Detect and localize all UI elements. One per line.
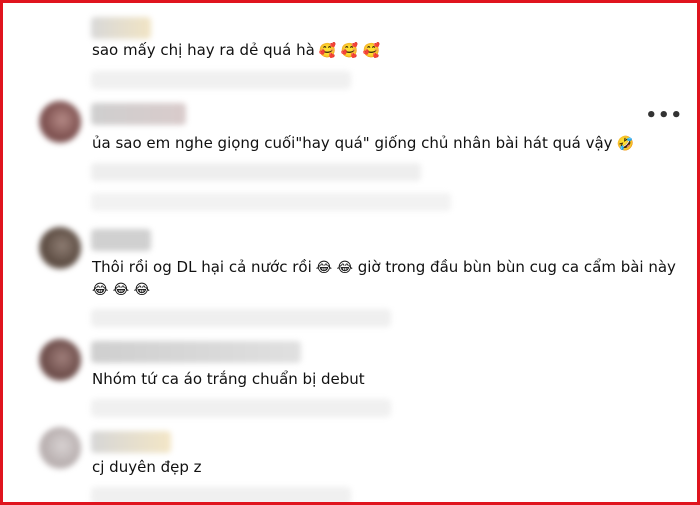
emoji-reaction: 🤣 <box>616 136 634 152</box>
comment-text-line2: 😂 😂 😂 <box>92 278 150 301</box>
emoji-reaction: 😂 😂 <box>315 260 353 276</box>
comment-body: sao mấy chị hay ra dẻ quá hà <box>92 41 315 59</box>
comment-meta-blurred <box>91 487 351 502</box>
author-name-blurred <box>91 17 151 39</box>
author-name-blurred <box>91 103 186 125</box>
author-name-blurred <box>91 341 301 363</box>
screenshot-frame: sao mấy chị hay ra dẻ quá hà 🥰 🥰 🥰 ủa sao… <box>0 0 700 505</box>
comment-body: ủa sao em nghe giọng cuối"hay quá" giống… <box>92 134 613 152</box>
emoji-reaction: 😂 😂 😂 <box>92 282 150 298</box>
comment-body: cj duyên đẹp z <box>92 458 202 476</box>
avatar[interactable] <box>39 427 81 469</box>
more-options-icon[interactable]: ••• <box>645 105 683 126</box>
author-name-blurred <box>91 431 171 453</box>
comment-actions-blurred <box>91 193 451 211</box>
comment-text: cj duyên đẹp z <box>92 456 202 478</box>
comment-meta-blurred <box>91 399 391 417</box>
comment-text: Thôi rồi og DL hại cả nước rồi 😂 😂 giờ tr… <box>92 256 676 279</box>
avatar[interactable] <box>39 339 81 381</box>
comment-text: ủa sao em nghe giọng cuối"hay quá" giống… <box>92 132 634 155</box>
comment-meta-blurred <box>91 309 391 327</box>
comment-body: Thôi rồi og DL hại cả nước rồi <box>92 258 312 276</box>
emoji-reaction: 🥰 🥰 🥰 <box>318 43 380 59</box>
avatar[interactable] <box>39 227 81 269</box>
comment-meta-blurred <box>91 163 421 181</box>
comment-text: sao mấy chị hay ra dẻ quá hà 🥰 🥰 🥰 <box>92 39 380 62</box>
comment-meta-blurred <box>91 71 351 89</box>
comment-body: Nhóm tứ ca áo trắng chuẩn bị debut <box>92 370 365 388</box>
author-name-blurred <box>91 229 151 251</box>
avatar[interactable] <box>39 101 81 143</box>
comment-text: Nhóm tứ ca áo trắng chuẩn bị debut <box>92 368 365 390</box>
comment-body-continued: giờ trong đầu bùn bùn cug ca cẩm bài này <box>357 258 676 276</box>
